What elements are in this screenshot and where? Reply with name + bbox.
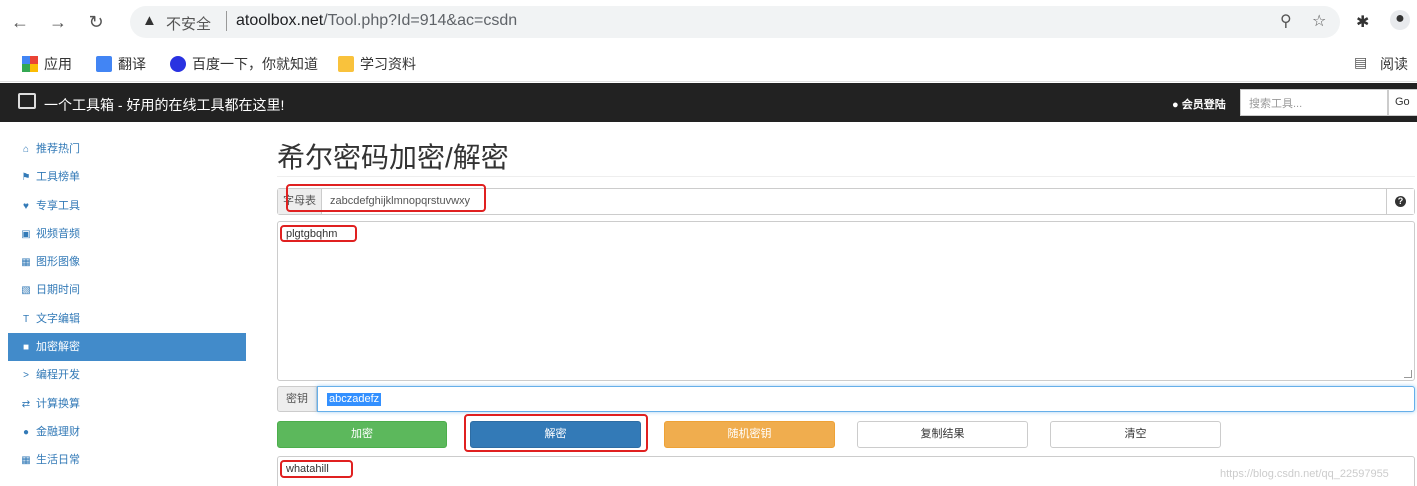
sidebar-item-label: 生活日常	[36, 454, 80, 467]
input-textarea[interactable]: plgtgbqhm	[277, 221, 1415, 381]
address-bar[interactable]: ▲ 不安全 atoolbox.net/Tool.php?Id=914&ac=cs…	[130, 6, 1340, 38]
baidu-paw-icon	[170, 56, 186, 72]
star-icon[interactable]: ☆	[1312, 11, 1326, 31]
key-label: 密钥	[277, 386, 317, 412]
sidebar-item-label: 视频音频	[36, 227, 80, 240]
sidebar-item-finance[interactable]: ● 金融理财	[8, 418, 246, 446]
bookmark-translate[interactable]: 翻译	[96, 54, 146, 74]
reload-icon[interactable]: ↻	[84, 10, 108, 34]
user-icon: ●	[1172, 99, 1182, 111]
omnibox-divider	[226, 11, 227, 31]
reading-list-label[interactable]: 阅读	[1380, 54, 1408, 74]
bookmark-folder-label: 学习资料	[360, 56, 416, 72]
folder-icon	[338, 56, 354, 72]
sidebar-item-daily-life[interactable]: ▦ 生活日常	[8, 446, 246, 474]
terminal-icon: >	[23, 370, 29, 382]
sidebar-item-text-edit[interactable]: T 文字编辑	[8, 305, 246, 333]
lock-icon: ■	[22, 342, 30, 354]
bookmark-translate-label: 翻译	[118, 56, 146, 72]
random-key-button[interactable]: 随机密钥	[664, 421, 835, 448]
bookmark-apps-label: 应用	[44, 56, 72, 72]
bookmark-apps[interactable]: 应用	[22, 54, 72, 74]
bookmark-baidu-label: 百度一下，你就知道	[192, 56, 318, 72]
sidebar-item-video-audio[interactable]: ▣ 视频音频	[8, 220, 246, 248]
transfer-icon: ⇄	[21, 398, 31, 410]
forward-icon[interactable]: →	[46, 10, 70, 34]
help-button[interactable]: ?	[1386, 189, 1414, 214]
login-label: 会员登陆	[1181, 99, 1226, 111]
sidebar-item-label: 编程开发	[36, 369, 80, 382]
sidebar-item-recommended[interactable]: ⌂ 推荐热门	[8, 135, 246, 163]
search-go-button[interactable]: Go	[1388, 89, 1417, 116]
url-text[interactable]: atoolbox.net/Tool.php?Id=914&ac=csdn	[236, 12, 517, 30]
question-icon: ?	[1395, 196, 1406, 207]
bookmark-baidu[interactable]: 百度一下，你就知道	[170, 54, 318, 74]
sidebar-item-label: 金融理财	[36, 425, 80, 438]
annotation-decrypt	[464, 414, 648, 452]
csdn-watermark: https://blog.csdn.net/qq_22597955	[1220, 468, 1389, 480]
tool-search-input[interactable]: 搜索工具...	[1240, 89, 1388, 116]
warning-icon: ▲	[142, 12, 157, 29]
clear-button[interactable]: 清空	[1050, 421, 1221, 448]
key-input-group: 密钥 abczadefz	[277, 386, 1415, 412]
toolbox-logo-icon[interactable]	[18, 93, 36, 109]
resize-handle-icon[interactable]	[1404, 370, 1412, 378]
encrypt-button[interactable]: 加密	[277, 421, 447, 448]
heart-icon: ♥	[23, 200, 29, 212]
site-navbar: 一个工具箱 - 好用的在线工具都在这里! ● 会员登陆 搜索工具... Go	[0, 83, 1417, 122]
annotation-input	[280, 225, 357, 242]
sidebar-item-programming[interactable]: > 编程开发	[8, 361, 246, 389]
sidebar-item-label: 专享工具	[36, 199, 80, 212]
bookmark-folder[interactable]: 学习资料	[338, 54, 416, 74]
puzzle-icon[interactable]: ✱	[1356, 12, 1369, 32]
url-path: /Tool.php?Id=914&ac=csdn	[323, 12, 518, 29]
sidebar-item-calculation[interactable]: ⇄ 计算换算	[8, 390, 246, 418]
sidebar-item-exclusive[interactable]: ♥ 专享工具	[8, 192, 246, 220]
sidebar-item-rankings[interactable]: ⚑ 工具榜单	[8, 163, 246, 191]
page-title: 希尔密码加密/解密	[277, 142, 509, 173]
copy-result-button[interactable]: 复制结果	[857, 421, 1028, 448]
login-link[interactable]: ● 会员登陆	[1172, 96, 1226, 112]
sidebar-item-crypto[interactable]: ■ 加密解密	[8, 333, 246, 362]
sidebar-item-graphics[interactable]: ▦ 图形图像	[8, 248, 246, 276]
picture-icon: ▦	[21, 257, 31, 269]
flag-icon: ⚑	[21, 172, 31, 184]
translate-icon	[96, 56, 112, 72]
category-sidebar: ⌂ 推荐热门 ⚑ 工具榜单 ♥ 专享工具 ▣ 视频音频 ▦ 图形图像 ▧ 日期时间 T 文字编…	[8, 135, 246, 475]
insecure-label: 不安全	[166, 16, 212, 33]
piggy-bank-icon: ●	[22, 426, 30, 438]
sidebar-item-label: 日期时间	[36, 284, 80, 297]
sidebar-item-label: 图形图像	[36, 256, 80, 269]
sidebar-item-datetime[interactable]: ▧ 日期时间	[8, 276, 246, 304]
zoom-icon[interactable]: ⚲	[1280, 11, 1292, 31]
sidebar-item-label: 加密解密	[36, 341, 80, 354]
title-divider	[277, 176, 1415, 177]
sidebar-item-label: 计算换算	[36, 397, 80, 410]
browser-toolbar: ← → ↻ ▲ 不安全 atoolbox.net/Tool.php?Id=914…	[0, 0, 1417, 44]
sidebar-item-label: 工具榜单	[36, 171, 80, 184]
text-icon: T	[22, 313, 30, 325]
sidebar-item-label: 推荐热门	[36, 143, 80, 155]
reading-list-icon[interactable]: ▤	[1354, 54, 1367, 71]
film-icon: ▣	[21, 228, 31, 240]
url-host: atoolbox.net	[236, 12, 324, 29]
bookmarks-bar: 应用 翻译 百度一下，你就知道 学习资料 ▤ 阅读	[0, 44, 1417, 82]
grid-icon: ▦	[21, 455, 31, 467]
apps-grid-icon	[22, 56, 38, 72]
site-brand[interactable]: 一个工具箱 - 好用的在线工具都在这里!	[44, 95, 284, 115]
calendar-icon: ▧	[21, 285, 31, 297]
annotation-alphabet	[286, 184, 486, 212]
sidebar-item-label: 文字编辑	[36, 312, 80, 325]
profile-icon[interactable]: ●	[1390, 10, 1410, 30]
back-icon[interactable]: ←	[8, 10, 32, 34]
annotation-result	[280, 460, 353, 478]
key-input[interactable]: abczadefz	[317, 386, 1415, 412]
home-icon: ⌂	[22, 144, 30, 155]
key-value-selected: abczadefz	[327, 393, 382, 406]
